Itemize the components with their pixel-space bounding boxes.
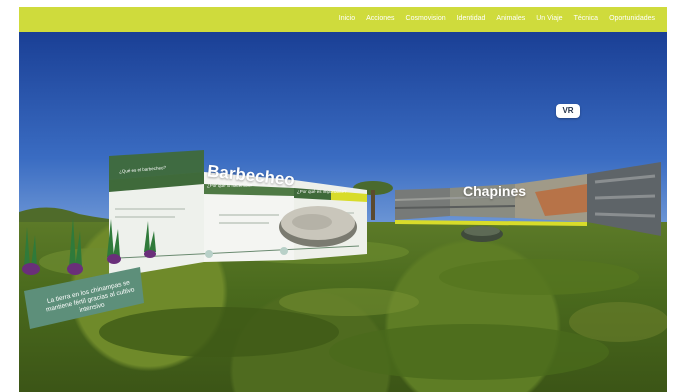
- chapines-title: Chapines: [463, 183, 527, 199]
- barbecheo-tab-3: ¿Por qué es importante?: [297, 189, 347, 194]
- nav-item-acciones[interactable]: Acciones: [366, 14, 394, 23]
- nav-item-un-viaje[interactable]: Un Viaje: [536, 14, 562, 23]
- nav-item-oportunidades[interactable]: Oportunidades: [609, 14, 655, 23]
- nav-item-cosmovision[interactable]: Cosmovision: [406, 14, 446, 23]
- stone-disc-model[interactable]: [277, 202, 359, 248]
- nav-item-tecnica[interactable]: Técnica: [574, 14, 599, 23]
- top-navigation-bar: Inicio Acciones Cosmovision Identidad An…: [19, 7, 667, 32]
- nav-item-inicio[interactable]: Inicio: [339, 14, 355, 23]
- clay-pot-model[interactable]: [459, 224, 505, 244]
- vr-scene-canvas[interactable]: ¿Qué es el barbecheo? ¿Por qué lo hacemo…: [19, 32, 667, 392]
- app-frame: Inicio Acciones Cosmovision Identidad An…: [19, 7, 667, 392]
- chapines-image-panel[interactable]: [395, 162, 667, 242]
- nav-item-animales[interactable]: Animales: [496, 14, 525, 23]
- nav-item-identidad[interactable]: Identidad: [457, 14, 486, 23]
- nav-menu: Inicio Acciones Cosmovision Identidad An…: [339, 14, 655, 23]
- vr-mode-button[interactable]: VR: [556, 104, 580, 118]
